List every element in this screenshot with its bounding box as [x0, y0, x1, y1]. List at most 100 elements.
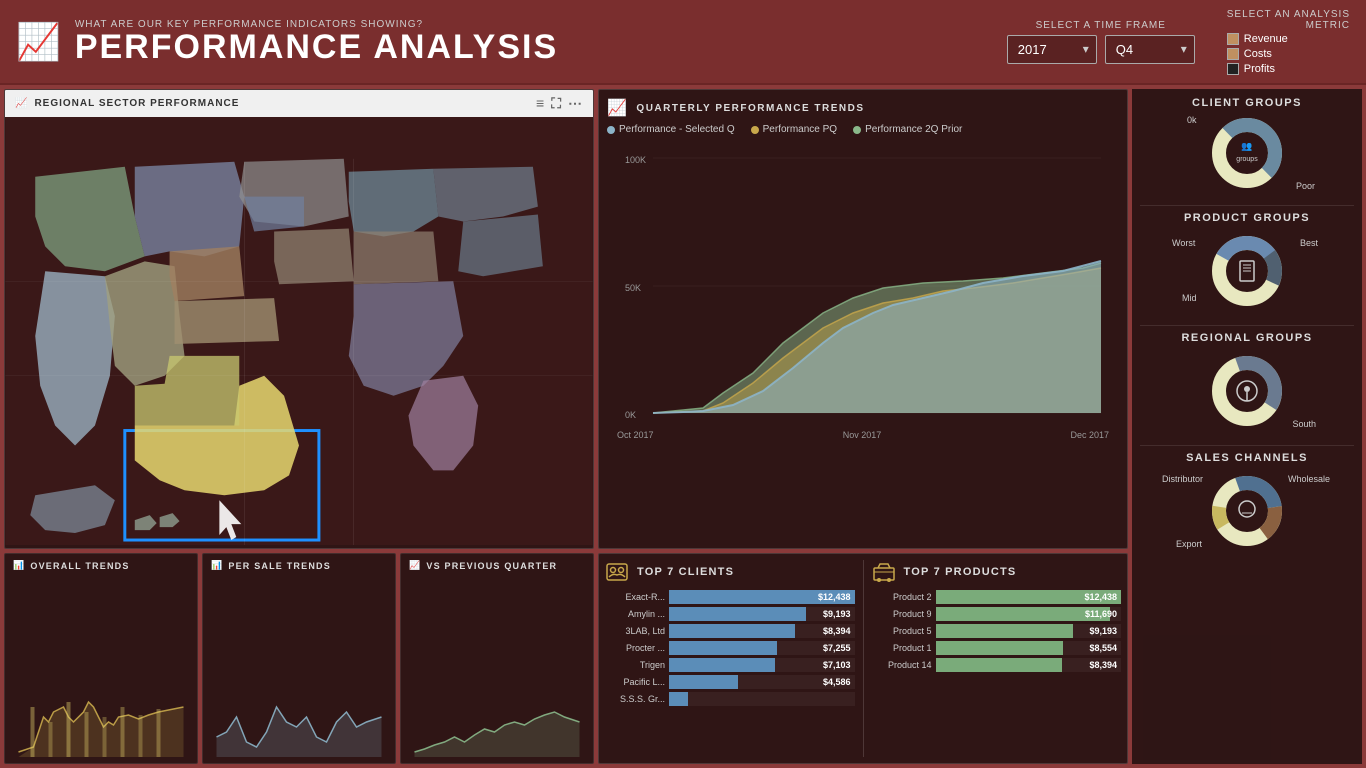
metric-costs[interactable]: Costs [1227, 48, 1350, 60]
per-sale-icon: 📊 [211, 560, 223, 571]
map-canvas [5, 117, 593, 545]
quarterly-chart-svg: 100K 50K 0K [607, 143, 1119, 423]
profits-checkbox [1227, 63, 1239, 75]
legend-pq: Performance PQ [751, 124, 837, 135]
bottom-center-panel: TOP 7 CLIENTS Exact-R... $12,438 Amylin … [598, 553, 1128, 764]
client-label: 3LAB, Ltd [605, 626, 665, 636]
client-row: Amylin ... $9,193 [605, 607, 855, 621]
revenue-checkbox [1227, 33, 1239, 45]
clients-section: TOP 7 CLIENTS Exact-R... $12,438 Amylin … [605, 560, 855, 757]
client-bar-track: $9,193 [669, 607, 855, 621]
sales-export-label: Export [1176, 539, 1202, 549]
vs-prev-sparkline-svg [409, 687, 585, 757]
client-bar-value: $7,255 [823, 643, 851, 653]
trends-legend: Performance - Selected Q Performance PQ … [607, 124, 1119, 135]
regional-donut: South [1140, 348, 1354, 433]
vs-prev-icon: 📈 [409, 560, 421, 571]
quarter-dropdown-wrapper[interactable]: Q1 Q2 Q3 Q4 [1105, 35, 1195, 64]
svg-text:0K: 0K [625, 410, 636, 420]
map-titlebar-title: 📈 REGIONAL SECTOR PERFORMANCE [15, 98, 239, 109]
us-map-svg [5, 117, 593, 545]
client-bar-track: $4,586 [669, 675, 855, 689]
dropdowns-group: 2015 2016 2017 2018 Q1 Q2 Q3 Q4 [1007, 35, 1195, 64]
products-title: TOP 7 PRODUCTS [904, 566, 1017, 578]
sales-distributor-label: Distributor [1162, 474, 1203, 484]
trends-title-text: QUARTERLY PERFORMANCE TRENDS [636, 103, 864, 114]
regional-south-label: South [1292, 419, 1316, 429]
divider-1 [1140, 205, 1354, 206]
product-worst-label: Worst [1172, 238, 1195, 248]
map-titlebar-controls[interactable]: ≡ ⛶ ⋯ [536, 95, 583, 112]
product-bar-value: $8,554 [1089, 643, 1117, 653]
product-row: Product 2 $12,438 [872, 590, 1122, 604]
product-best-label: Best [1300, 238, 1318, 248]
product-bar-value: $8,394 [1089, 660, 1117, 670]
metric-revenue[interactable]: Revenue [1227, 33, 1350, 45]
client-groups-title: CLIENT GROUPS [1140, 97, 1354, 109]
regional-groups-section: REGIONAL GROUPS South [1140, 332, 1354, 439]
per-sale-trends-panel: 📊 PER SALE TRENDS [202, 553, 396, 764]
client-row: Exact-R... $12,438 [605, 590, 855, 604]
map-options-icon[interactable]: ⋯ [568, 95, 583, 112]
divider-3 [1140, 445, 1354, 446]
quarter-dropdown[interactable]: Q1 Q2 Q3 Q4 [1105, 35, 1195, 64]
legend-dot-2qprior [853, 126, 861, 134]
client-bar-track: $12,438 [669, 590, 855, 604]
svg-text:50K: 50K [625, 283, 641, 293]
product-label: Product 2 [872, 592, 932, 602]
client-row: Pacific L... $4,586 [605, 675, 855, 689]
center-divider [863, 560, 864, 757]
product-row: Product 1 $8,554 [872, 641, 1122, 655]
product-bar-track: $8,394 [936, 658, 1122, 672]
client-bar-fill [669, 658, 775, 672]
products-icon [872, 560, 896, 584]
client-groups-donut: 👥 groups 0k Poor [1140, 113, 1354, 193]
x-label-dec: Dec 2017 [1070, 430, 1109, 440]
client-bar-track: $7,255 [669, 641, 855, 655]
regional-groups-title: REGIONAL GROUPS [1140, 332, 1354, 344]
products-section: TOP 7 PRODUCTS Product 2 $12,438 Product… [872, 560, 1122, 757]
product-label: Product 9 [872, 609, 932, 619]
legend-selected-q: Performance - Selected Q [607, 124, 735, 135]
client-bar-track [669, 692, 855, 706]
analysis-label: SELECT AN ANALYSISMETRIC [1227, 9, 1350, 31]
client-label: S.S.S. Gr... [605, 694, 665, 704]
product-row: Product 5 $9,193 [872, 624, 1122, 638]
product-row: Product 14 $8,394 [872, 658, 1122, 672]
map-expand-icon[interactable]: ⛶ [551, 95, 562, 112]
client-row: S.S.S. Gr... [605, 692, 855, 706]
overall-trends-title: 📊 OVERALL TRENDS [13, 560, 189, 571]
metric-profits[interactable]: Profits [1227, 63, 1350, 75]
header: 📈 What are our key performance indicator… [0, 0, 1366, 85]
overall-trends-panel: 📊 OVERALL TRENDS [4, 553, 198, 764]
client-bar-track: $7,103 [669, 658, 855, 672]
trends-panel: 📈 QUARTERLY PERFORMANCE TRENDS Performan… [598, 89, 1128, 549]
trends-icon: 📈 [607, 98, 628, 118]
overall-icon: 📊 [13, 560, 25, 571]
year-dropdown[interactable]: 2015 2016 2017 2018 [1007, 35, 1097, 64]
product-groups-donut: Worst Mid Best [1140, 228, 1354, 313]
client-bar-fill [669, 692, 688, 706]
product-label: Product 1 [872, 643, 932, 653]
x-label-oct: Oct 2017 [617, 430, 654, 440]
svg-text:100K: 100K [625, 155, 646, 165]
map-menu-icon[interactable]: ≡ [536, 95, 545, 112]
product-label: Product 14 [872, 660, 932, 670]
divider-2 [1140, 325, 1354, 326]
sales-wholesale-label: Wholesale [1288, 474, 1330, 484]
client-bar-value: $7,103 [823, 660, 851, 670]
product-bar-fill [936, 641, 1064, 655]
overall-trends-chart [13, 575, 189, 757]
sales-channels-donut: Distributor Wholesale Export [1140, 468, 1354, 553]
product-bar-value: $11,690 [1085, 609, 1117, 619]
client-label: Exact-R... [605, 592, 665, 602]
costs-checkbox [1227, 48, 1239, 60]
header-icon: 📈 [16, 21, 61, 63]
year-dropdown-wrapper[interactable]: 2015 2016 2017 2018 [1007, 35, 1097, 64]
quarterly-chart-area: 100K 50K 0K Oct 2017 Nov 2017 [607, 143, 1119, 423]
products-list: Product 2 $12,438 Product 9 $11,690 Prod… [872, 590, 1122, 675]
client-bar-track: $8,394 [669, 624, 855, 638]
product-mid-label: Mid [1182, 293, 1197, 303]
client-bar-value: $8,394 [823, 626, 851, 636]
header-controls: SELECT A TIME FRAME 2015 2016 2017 2018 … [1007, 9, 1350, 75]
